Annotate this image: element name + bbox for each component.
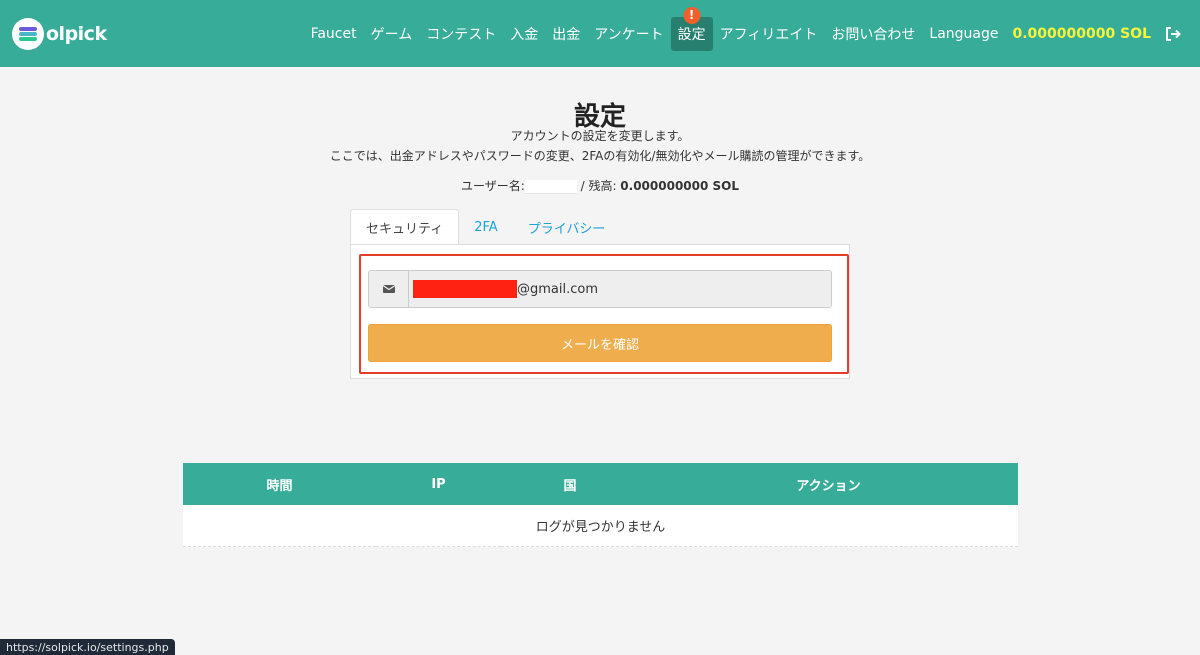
balance-label: / 残高: xyxy=(576,179,621,193)
envelope-icon xyxy=(382,285,395,293)
nav-item-contest[interactable]: コンテスト xyxy=(419,17,503,51)
nav-balance: 0.000000000 SOL xyxy=(1012,25,1151,42)
nav-item-settings[interactable]: ! 設定 xyxy=(670,6,713,51)
nav-item-survey[interactable]: アンケート xyxy=(587,17,670,51)
browser-status-bar: https://solpick.io/settings.php xyxy=(0,639,175,655)
nav-item-faucet[interactable]: Faucet xyxy=(304,17,364,51)
nav-menu: Faucet ゲーム コンテスト 入金 出金 アンケート ! 設定 アフィリエイ… xyxy=(304,0,1188,67)
col-action: アクション xyxy=(796,478,861,494)
solana-logo-icon xyxy=(12,18,44,50)
log-table-header: 時間 IP 国 アクション xyxy=(183,463,1018,505)
nav-item-withdraw[interactable]: 出金 xyxy=(545,17,587,51)
confirm-email-button[interactable]: メールを確認 xyxy=(368,324,832,362)
table-row: ログが見つかりません xyxy=(183,505,1018,547)
page-subtitle: アカウントの設定を変更します。 xyxy=(510,129,690,143)
email-suffix: @gmail.com xyxy=(517,281,599,297)
logout-button[interactable] xyxy=(1158,17,1188,51)
empty-log-message: ログが見つかりません xyxy=(183,505,1018,547)
tab-privacy[interactable]: プライバシー xyxy=(513,209,621,245)
alert-badge: ! xyxy=(683,6,701,24)
col-country: 国 xyxy=(563,478,577,494)
settings-tabs: セキュリティ 2FA プライバシー xyxy=(350,209,850,245)
email-input-group: @gmail.com xyxy=(368,270,832,308)
page-description: ここでは、出金アドレスやパスワードの変更、2FAの有効化/無効化やメール購読の管… xyxy=(329,149,871,163)
nav-item-affiliate[interactable]: アフィリエイト xyxy=(713,17,825,51)
nav-item-games[interactable]: ゲーム xyxy=(364,17,420,51)
username-value xyxy=(524,179,577,194)
redacted-email-user xyxy=(413,280,517,298)
email-addon xyxy=(369,271,409,307)
log-table: 時間 IP 国 アクション ログが見つかりません xyxy=(183,463,1018,547)
nav-item-deposit[interactable]: 入金 xyxy=(503,17,545,51)
nav-item-settings-label: 設定 xyxy=(677,26,706,43)
top-navbar: olpick Faucet ゲーム コンテスト 入金 出金 アンケート ! 設定… xyxy=(0,0,1200,67)
user-info-line: ユーザー名: / 残高: 0.000000000 SOL xyxy=(0,177,1200,194)
nav-item-language[interactable]: Language xyxy=(922,17,1005,51)
solpick-logo[interactable]: olpick xyxy=(12,17,107,51)
balance-value: 0.000000000 SOL xyxy=(620,179,740,193)
email-field[interactable]: @gmail.com xyxy=(409,271,831,307)
tab-security[interactable]: セキュリティ xyxy=(350,209,460,245)
col-time: 時間 xyxy=(266,478,293,494)
tab-2fa[interactable]: 2FA xyxy=(459,209,512,245)
col-ip: IP xyxy=(431,476,446,492)
username-label: ユーザー名: xyxy=(460,179,525,193)
logout-icon xyxy=(1166,26,1181,41)
nav-item-contact[interactable]: お問い合わせ xyxy=(824,17,922,51)
logo-text: olpick xyxy=(46,23,107,45)
